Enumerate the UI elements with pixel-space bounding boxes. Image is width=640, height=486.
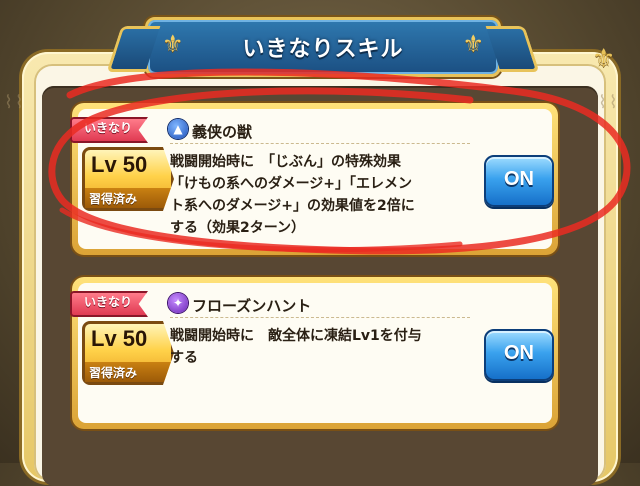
skill-description: 戦闘開始時に 敵全体に凍結Lv1を付与 する [170, 325, 470, 369]
description-line: ト系へのダメージ+」の効果値を2倍に [170, 198, 415, 214]
description-line: する（効果2ターン） [170, 220, 306, 236]
skill-name: 義侠の獣 [192, 123, 253, 141]
level-label: Lv 50 [91, 152, 148, 177]
learned-status: 習得済み [89, 366, 138, 380]
card-divider [170, 143, 470, 144]
toggle-label: ON [504, 168, 534, 190]
skill-on-toggle-button[interactable]: ON [484, 155, 554, 207]
title-banner: ⚜ ⚜ いきなりスキル [106, 17, 540, 77]
level-badge: Lv 50 習得済み [82, 321, 174, 385]
skill-description: 戦闘開始時に 「じぶん」の特殊効果 「けもの系へのダメージ+」「エレメン ト系へ… [170, 151, 470, 239]
background-rune-ornament: ⌇⌇ [4, 92, 26, 113]
learned-strip: 習得済み [85, 362, 171, 382]
skill-name: フローズンハント [192, 297, 312, 315]
level-label: Lv 50 [91, 326, 148, 351]
skill-tag-label: いきなり [84, 121, 133, 135]
blue-skill-emblem-icon: ▲ [168, 119, 188, 139]
description-line: 戦闘開始時に 敵全体に凍結Lv1を付与 [170, 328, 422, 344]
purple-skill-emblem-icon: ✦ [168, 293, 188, 313]
skill-card: いきなり Lv 50 習得済み ▲ 義侠の獣 戦闘開始時に 「じぶん」の特殊効果… [70, 103, 558, 255]
toggle-label: ON [504, 342, 534, 364]
page-title: いきなりスキル [242, 37, 404, 62]
description-line: 「けもの系へのダメージ+」「エレメン [170, 176, 413, 192]
skill-tag-label: いきなり [84, 295, 133, 309]
description-line: 戦闘開始時に 「じぶん」の特殊効果 [170, 154, 401, 170]
corner-ornament-icon: ⚜ [592, 44, 616, 74]
learned-status: 習得済み [89, 192, 138, 206]
description-line: する [170, 350, 198, 366]
background-rune-ornament: ⌇⌇ [598, 92, 620, 113]
learned-strip: 習得済み [85, 188, 171, 208]
card-divider [170, 317, 470, 318]
level-badge: Lv 50 習得済み [82, 147, 174, 211]
skill-card: いきなり Lv 50 習得済み ✦ フローズンハント 戦闘開始時に 敵全体に凍結… [70, 277, 558, 429]
skill-on-toggle-button[interactable]: ON [484, 329, 554, 381]
